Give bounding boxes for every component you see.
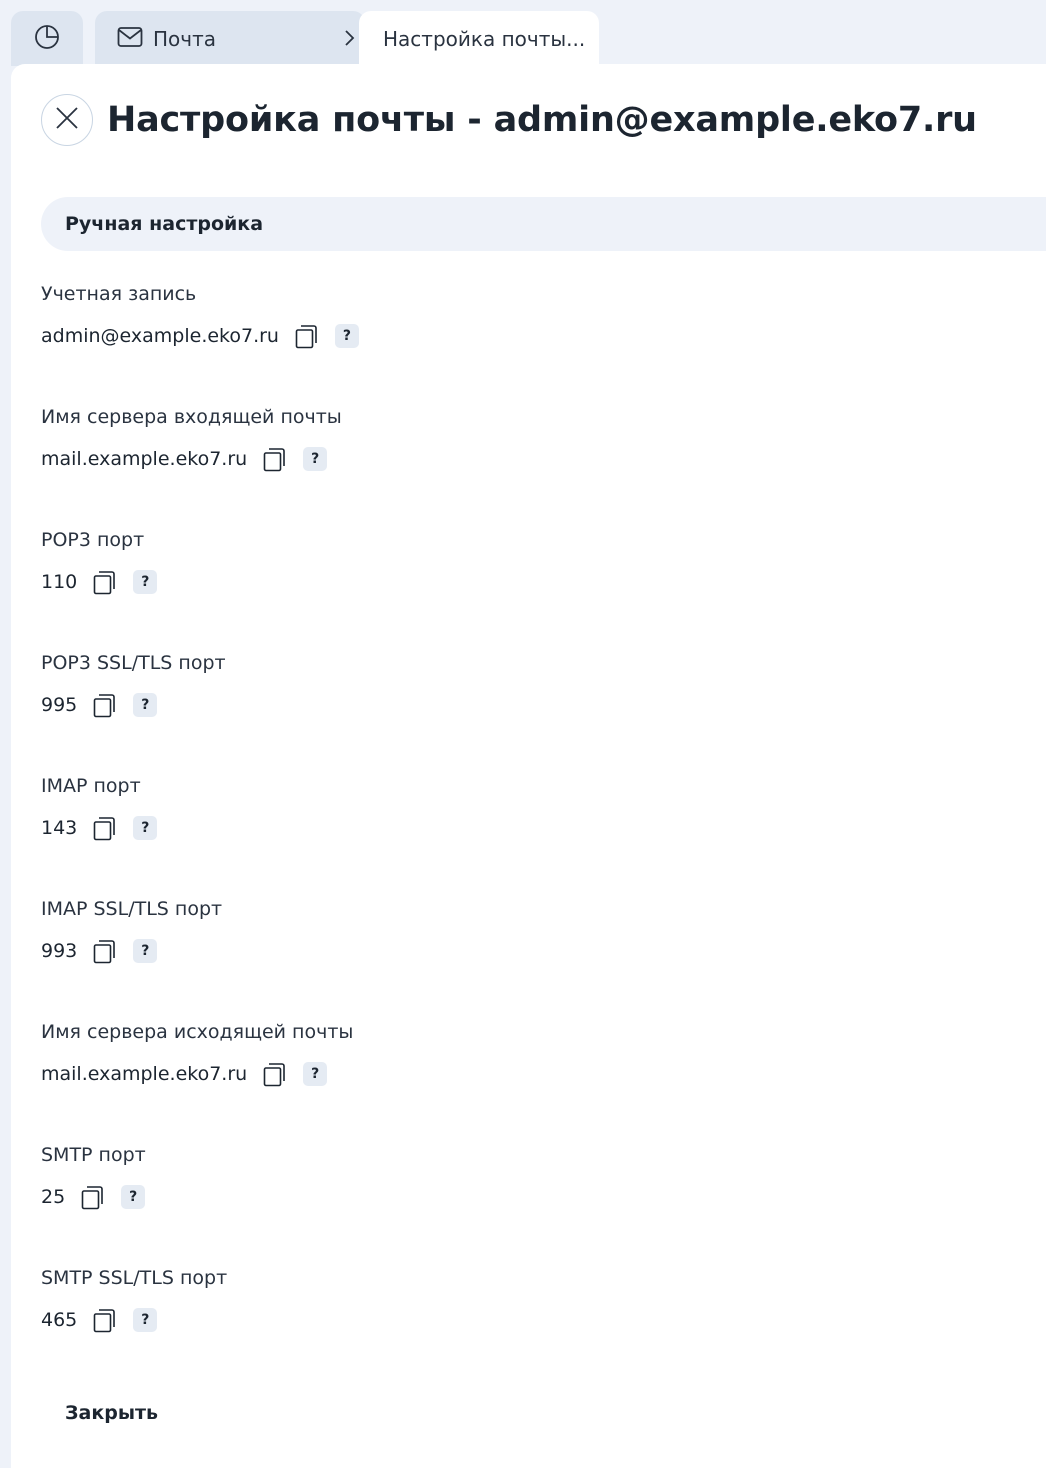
close-button[interactable] (41, 94, 93, 146)
setting-field: SMTP порт 25? (41, 1143, 146, 1212)
tab-bar: Почта Настройка почты... (0, 0, 1046, 66)
setting-field: IMAP порт 143? (41, 774, 158, 843)
field-value-row: 110? (41, 567, 158, 597)
tab-mail-settings-label: Настройка почты... (383, 26, 586, 51)
help-button[interactable]: ? (334, 324, 359, 348)
field-value: admin@example.eko7.ru (41, 325, 279, 347)
field-value-row: 993? (41, 936, 222, 966)
field-value-row: admin@example.eko7.ru? (41, 321, 359, 351)
field-value-row: mail.example.eko7.ru? (41, 1059, 353, 1089)
help-button[interactable]: ? (133, 570, 158, 594)
field-value-row: 995? (41, 690, 226, 720)
title-row: Настройка почты - admin@example.eko7.ru (41, 94, 977, 146)
field-label: POP3 SSL/TLS порт (41, 652, 226, 674)
help-button[interactable]: ? (121, 1185, 146, 1209)
field-label: Имя сервера исходящей почты (41, 1021, 354, 1043)
field-value-row: 465? (41, 1305, 227, 1335)
field-label: Имя сервера входящей почты (41, 406, 342, 428)
copy-icon[interactable] (91, 690, 117, 720)
field-value: 993 (41, 940, 78, 962)
section-title: Ручная настройка (65, 213, 264, 235)
page-title: Настройка почты - admin@example.eko7.ru (107, 100, 977, 140)
copy-icon[interactable] (91, 936, 117, 966)
field-value-row: 25? (41, 1182, 146, 1212)
help-button[interactable]: ? (133, 816, 158, 840)
pie-chart-icon (34, 24, 60, 54)
tab-mail-label: Почта (153, 26, 216, 51)
copy-icon[interactable] (293, 321, 319, 351)
setting-field: IMAP SSL/TLS порт 993? (41, 897, 222, 966)
copy-icon[interactable] (261, 444, 287, 474)
chevron-right-icon (343, 27, 357, 53)
field-value: 110 (41, 571, 78, 593)
copy-icon[interactable] (91, 1305, 117, 1335)
setting-field: POP3 SSL/TLS порт 995? (41, 651, 226, 720)
field-value: 25 (41, 1186, 66, 1208)
tab-dashboard[interactable] (11, 11, 83, 66)
help-button[interactable]: ? (133, 1308, 158, 1332)
help-button[interactable]: ? (133, 939, 158, 963)
field-label: IMAP порт (41, 775, 141, 797)
help-button[interactable]: ? (133, 693, 158, 717)
footer-close-button[interactable]: Закрыть (41, 1396, 182, 1430)
mail-settings-panel: Настройка почты - admin@example.eko7.ru … (11, 64, 1046, 1468)
field-value: mail.example.eko7.ru (41, 448, 248, 470)
help-button[interactable]: ? (303, 1062, 328, 1086)
setting-field: Учетная запись admin@example.eko7.ru? (41, 282, 359, 351)
copy-icon[interactable] (261, 1059, 287, 1089)
field-value-row: mail.example.eko7.ru? (41, 444, 342, 474)
field-label: SMTP SSL/TLS порт (41, 1267, 228, 1289)
close-icon (55, 106, 79, 134)
copy-icon[interactable] (79, 1182, 105, 1212)
tab-mail-settings[interactable]: Настройка почты... (359, 11, 599, 66)
field-value: 995 (41, 694, 78, 716)
copy-icon[interactable] (91, 567, 117, 597)
section-manual-setup: Ручная настройка (41, 197, 1046, 251)
field-value: mail.example.eko7.ru (41, 1063, 248, 1085)
field-label: POP3 порт (41, 529, 145, 551)
setting-field: Имя сервера входящей почты mail.example.e… (41, 405, 342, 474)
setting-field: Имя сервера исходящей почты mail.example.… (41, 1020, 353, 1089)
field-label: Учетная запись (41, 283, 197, 305)
setting-field: SMTP SSL/TLS порт 465? (41, 1266, 227, 1335)
field-value-row: 143? (41, 813, 158, 843)
field-label: SMTP порт (41, 1144, 146, 1166)
tab-mail[interactable]: Почта (95, 11, 365, 66)
field-value: 465 (41, 1309, 78, 1331)
envelope-icon (117, 26, 143, 52)
setting-field: POP3 порт 110? (41, 528, 158, 597)
field-label: IMAP SSL/TLS порт (41, 898, 223, 920)
help-button[interactable]: ? (303, 447, 328, 471)
copy-icon[interactable] (91, 813, 117, 843)
field-value: 143 (41, 817, 78, 839)
